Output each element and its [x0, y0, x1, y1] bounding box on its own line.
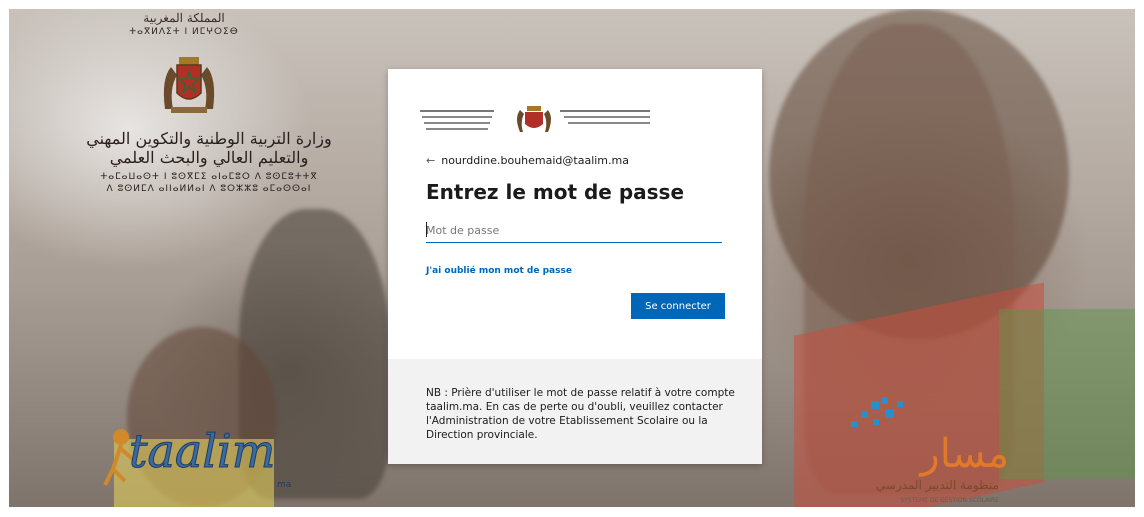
- kingdom-header-arabic: المملكة المغربية: [143, 11, 225, 25]
- account-email: nourddine.bouhemaid@taalim.ma: [441, 154, 629, 167]
- arrow-left-icon[interactable]: ←: [426, 154, 435, 167]
- taalim-logo-text: taalim: [129, 424, 275, 478]
- note-text: NB : Prière d'utiliser le mot de passe r…: [426, 387, 735, 441]
- kingdom-header-tifinagh: ⵜⴰⴳⵍⴷⵉⵜ ⵏ ⵍⵎⵖⵔⵉⴱ: [129, 27, 239, 37]
- password-input[interactable]: [426, 218, 722, 243]
- massar-logo: مسار منظومة التدبير المدرسي SYSTEME DE G…: [851, 397, 1009, 504]
- page-title: Entrez le mot de passe: [426, 180, 685, 204]
- login-card: ← nourddine.bouhemaid@taalim.ma Entrez l…: [388, 69, 762, 464]
- coat-of-arms-icon: [163, 57, 215, 113]
- account-row: ← nourddine.bouhemaid@taalim.ma: [426, 154, 629, 167]
- ministry-name-arabic-line2: والتعليم العالي والبحث العلمي: [109, 148, 309, 167]
- note-panel: NB : Prière d'utiliser le mot de passe r…: [388, 359, 762, 464]
- background-photo: المملكة المغربية ⵜⴰⴳⵍⴷⵉⵜ ⵏ ⵍⵎⵖⵔⵉⴱ وزارة …: [9, 9, 1135, 507]
- taalim-logo: taalim ma: [103, 424, 291, 490]
- forgot-password-link[interactable]: J'ai oublié mon mot de passe: [426, 266, 572, 276]
- ministry-name-tifinagh: ⵜⴰⵎⴰⵡⴰⵙⵜ ⵏ ⵓⵙⴳⵎⵉ ⴰⵏⴰⵎⵓⵔ ⴷ ⵓⵙⵎⵓⵜⵜⴳ ⴷ ⵓⵙⵍⵎ…: [69, 171, 349, 195]
- ministry-name-tifinagh-line1: ⵜⴰⵎⴰⵡⴰⵙⵜ ⵏ ⵓⵙⴳⵎⵉ ⴰⵏⴰⵎⵓⵔ ⴷ ⵓⵙⵎⵓⵜⵜⴳ: [100, 172, 318, 182]
- ministry-name-arabic-line1: وزارة التربية الوطنية والتكوين المهني: [86, 129, 332, 148]
- ministry-name-tifinagh-line2: ⴷ ⵓⵙⵍⵎⴷ ⴰⵏⵏⴰⵍⵍⴰⵏ ⴷ ⵓⵔⵣⵣⵓ ⴰⵎⴰⵙⵙⴰⵏ: [106, 184, 312, 194]
- ministry-name-arabic: وزارة التربية الوطنية والتكوين المهني وا…: [69, 129, 349, 167]
- ministry-banner-logo: [420, 106, 650, 132]
- text-cursor: [426, 222, 427, 237]
- massar-logo-arabic: مسار: [918, 431, 1009, 477]
- signin-button[interactable]: Se connecter: [631, 293, 725, 319]
- taalim-logo-suffix: ma: [277, 480, 291, 490]
- massar-logo-subtitle-arabic: منظومة التدبير المدرسي: [876, 478, 999, 492]
- massar-logo-subtitle-fr: SYSTEME DE GESTION SCOLAIRE: [900, 497, 999, 504]
